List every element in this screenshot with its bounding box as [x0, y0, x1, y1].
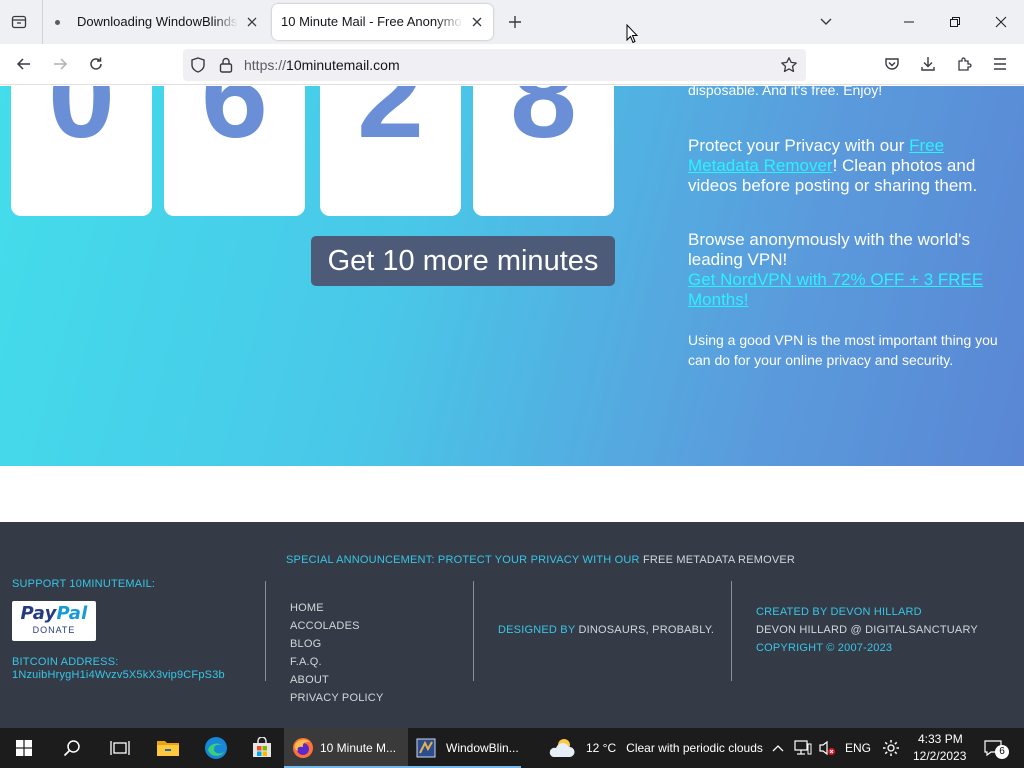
pocket-icon[interactable]: [881, 53, 903, 75]
tab-10-minute-mail[interactable]: 10 Minute Mail - Free Anonymous Temporar…: [272, 4, 493, 40]
support-heading: SUPPORT 10MINUTEMAIL:: [12, 578, 156, 590]
lock-icon[interactable]: [218, 56, 234, 79]
hero-section: 0 6 2 8 Get 10 more minutes disposable. …: [0, 86, 1024, 466]
designer-link[interactable]: DINOSAURS, PROBABLY.: [578, 624, 714, 636]
list-all-tabs-icon[interactable]: [816, 12, 836, 32]
search-icon[interactable]: [48, 728, 96, 768]
firefox-view-icon[interactable]: [8, 11, 30, 33]
intro-text: disposable. And it's free. Enjoy!: [688, 86, 883, 98]
window-close-icon[interactable]: [991, 12, 1011, 32]
web-page: 0 6 2 8 Get 10 more minutes disposable. …: [0, 86, 1024, 728]
paypal-donate-button[interactable]: PayPal DONATE: [12, 601, 96, 641]
menu-icon[interactable]: [989, 53, 1011, 75]
donate-label: DONATE: [32, 625, 76, 635]
loading-dot-icon: [55, 20, 60, 25]
reload-icon[interactable]: [85, 53, 107, 75]
language-indicator[interactable]: ENG: [845, 741, 871, 755]
taskbar-app-firefox[interactable]: 10 Minute M...: [284, 728, 408, 768]
privacy-promo: Protect your Privacy with our Free Metad…: [688, 136, 978, 195]
taskbar: 10 Minute M... WindowBlin... 12 °C Clear…: [0, 728, 1024, 768]
extensions-icon[interactable]: [953, 53, 975, 75]
windowblinds-icon: [416, 738, 436, 758]
clock-time[interactable]: 4:33 PM: [918, 732, 963, 746]
timer-digit-card: 0: [11, 86, 152, 216]
firefox-icon: [292, 737, 314, 759]
footer-divider: [731, 581, 732, 681]
url-text[interactable]: https://10minutemail.com: [244, 57, 400, 73]
footer-link-blog[interactable]: BLOG: [290, 635, 383, 653]
footer-links: HOME ACCOLADES BLOG F.A.Q. ABOUT PRIVACY…: [290, 599, 383, 707]
timer-digit: 6: [201, 86, 268, 163]
bookmark-star-icon[interactable]: [780, 56, 798, 79]
network-icon[interactable]: [792, 728, 814, 768]
timer-digit-card: 6: [164, 86, 305, 216]
tab-downloading-windowblinds[interactable]: Downloading WindowBlinds 11: [44, 4, 268, 40]
special-announcement: SPECIAL ANNOUNCEMENT: PROTECT YOUR PRIVA…: [286, 554, 796, 566]
footer-link-privacy-policy[interactable]: PRIVACY POLICY: [290, 689, 383, 707]
windows-start-icon[interactable]: [0, 728, 48, 768]
tab-label: Downloading WindowBlinds 11: [77, 14, 238, 29]
timer-digit: 8: [510, 86, 577, 163]
copyright: COPYRIGHT © 2007-2023: [756, 642, 893, 654]
task-view-icon[interactable]: [96, 728, 144, 768]
show-hidden-icons-icon[interactable]: [768, 728, 788, 768]
vpn-promo: Browse anonymously with the world's lead…: [688, 230, 984, 309]
footer-divider: [265, 581, 266, 681]
back-icon[interactable]: [13, 53, 35, 75]
footer-link-faq[interactable]: F.A.Q.: [290, 653, 383, 671]
designed-by: DESIGNED BY DINOSAURS, PROBABLY.: [498, 624, 715, 636]
footer-divider: [473, 581, 474, 681]
timer-digit: 0: [48, 86, 115, 163]
footer: SPECIAL ANNOUNCEMENT: PROTECT YOUR PRIVA…: [0, 522, 1024, 728]
address-bar[interactable]: https://10minutemail.com: [183, 49, 806, 81]
nordvpn-link[interactable]: Get NordVPN with 72% OFF + 3 FREE Months…: [688, 270, 983, 309]
weather-desc: Clear with periodic clouds: [626, 741, 763, 755]
taskbar-app-windowblinds[interactable]: WindowBlin...: [408, 728, 521, 768]
timer-digit: 2: [357, 86, 424, 163]
settings-gear-icon[interactable]: [880, 728, 902, 768]
digitalsanctuary-link[interactable]: DEVON HILLARD @ DIGITALSANCTUARY: [756, 624, 978, 636]
minimize-icon[interactable]: [899, 12, 919, 32]
shield-icon[interactable]: [189, 56, 207, 79]
tab-strip: Downloading WindowBlinds 11 10 Minute Ma…: [0, 0, 1024, 44]
paypal-logo: PayPal: [20, 603, 88, 624]
navigation-bar: https://10minutemail.com: [0, 44, 1024, 85]
footer-link-accolades[interactable]: ACCOLADES: [290, 617, 383, 635]
taskbar-app-label: 10 Minute M...: [320, 741, 397, 755]
taskbar-app-label: WindowBlin...: [446, 741, 519, 755]
weather-cloud-icon: [548, 736, 576, 760]
downloads-icon[interactable]: [917, 53, 939, 75]
weather-temp: 12 °C: [586, 741, 617, 755]
close-icon[interactable]: [244, 14, 260, 30]
vpn-note: Using a good VPN is the most important t…: [688, 332, 998, 368]
new-tab-icon[interactable]: [505, 12, 525, 32]
clock-date[interactable]: 12/2/2023: [913, 749, 966, 763]
footer-link-about[interactable]: ABOUT: [290, 671, 383, 689]
footer-link-home[interactable]: HOME: [290, 599, 383, 617]
tab-label: 10 Minute Mail - Free Anonymous Temporar…: [281, 14, 463, 29]
tab-divider: [42, 0, 43, 44]
get-more-minutes-button[interactable]: Get 10 more minutes: [311, 236, 615, 286]
file-explorer-icon[interactable]: [144, 728, 192, 768]
timer-digit-card: 8: [473, 86, 614, 216]
close-icon[interactable]: [469, 14, 485, 30]
weather-widget[interactable]: 12 °C Clear with periodic clouds: [548, 728, 763, 768]
edge-icon[interactable]: [192, 728, 240, 768]
store-icon[interactable]: [240, 728, 284, 768]
timer-digit-card: 2: [320, 86, 461, 216]
bitcoin-label: BITCOIN ADDRESS:: [12, 656, 119, 668]
forward-icon[interactable]: [49, 53, 71, 75]
restore-icon[interactable]: [945, 12, 965, 32]
created-by: CREATED BY DEVON HILLARD: [756, 606, 922, 618]
notification-count-badge: 6: [995, 745, 1009, 759]
free-metadata-remover-link[interactable]: FREE METADATA REMOVER: [643, 554, 795, 566]
bitcoin-address: 1NzuibHrygH1i4Wvzv5X5kX3vip9CFpS3b: [12, 669, 225, 681]
volume-muted-icon[interactable]: [816, 728, 838, 768]
